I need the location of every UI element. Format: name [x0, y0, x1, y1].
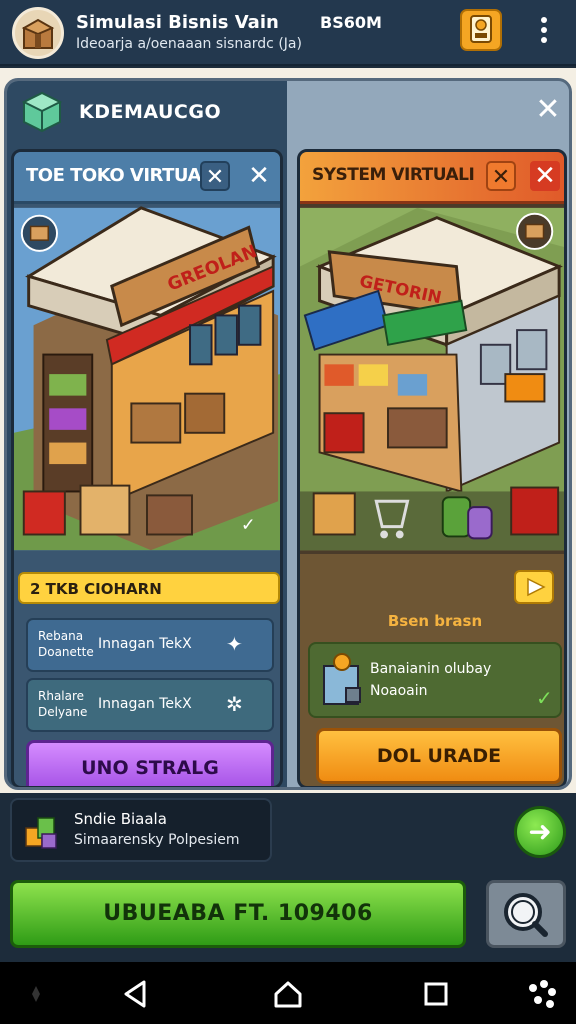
card-title: SYSTEM VIRTUALI — [312, 165, 475, 185]
option-row-1[interactable]: Rebana Doanette Innagan TekX ✦ — [26, 618, 274, 672]
virtual-store-card[interactable]: TOE TOKO VIRTUAL ✕ ✕ GREOLAN ✓ 2 TKB CIO… — [11, 149, 283, 787]
top-bar: Simulasi Bisnis Vain BS60M Ideoarja a/oe… — [0, 0, 576, 66]
collapse-button[interactable]: ✕ — [486, 161, 516, 191]
check-icon: ✓ — [536, 686, 553, 710]
home-icon[interactable] — [270, 976, 306, 1012]
store-count-banner: 2 TKB CIOHARN — [18, 572, 280, 604]
app-code: BS60M — [320, 13, 382, 32]
select-store-button[interactable]: UNO STRALG — [26, 740, 274, 786]
notification-card[interactable]: Sndie Biaala Simaarensky Polpesiem — [10, 798, 272, 862]
back-icon[interactable] — [118, 976, 154, 1012]
option-text: Innagan TekX — [98, 696, 192, 712]
star-icon: ✲ — [226, 692, 243, 716]
collapse-button[interactable]: ✕ — [200, 161, 230, 191]
card-header: SYSTEM VIRTUALI ✕ ✕ — [300, 152, 564, 204]
search-icon — [504, 893, 548, 937]
store-box-icon[interactable] — [12, 7, 64, 59]
panel-close-button[interactable]: ✕ — [533, 95, 563, 125]
panel-title: KDEMAUCGO — [79, 101, 222, 123]
info-row[interactable]: Banaianin olubay Noaoain ✓ — [308, 642, 562, 718]
box-icon-top-right — [516, 212, 554, 250]
upgrade-button[interactable]: DOL URADE — [316, 728, 562, 784]
store-selection-panel: KDEMAUCGO ✕ TOE TOKO VIRTUAL ✕ ✕ GREOLAN — [4, 78, 572, 790]
play-icon — [527, 577, 546, 597]
card-title: TOE TOKO VIRTUAL — [26, 165, 212, 186]
close-card-button[interactable]: ✕ — [530, 161, 560, 191]
option-row-2[interactable]: Rhalare Delyane Innagan TekX ✲ — [26, 678, 274, 732]
main-panel: KDEMAUCGO ✕ TOE TOKO VIRTUAL ✕ ✕ GREOLAN — [0, 68, 576, 793]
app-subtitle: Ideoarja a/oenaaan sisnardc (Ja) — [76, 36, 302, 52]
box-icon-top-left — [20, 214, 59, 252]
system-nav-bar — [0, 962, 576, 1024]
boxes-icon — [25, 817, 57, 849]
sparkle-icon: ✦ — [226, 632, 243, 656]
apps-grid-icon[interactable] — [524, 976, 560, 1012]
play-button[interactable] — [514, 570, 554, 604]
banner-text: 2 TKB CIOHARN — [30, 580, 162, 598]
badge-icon — [470, 15, 492, 43]
right-subtitle: Bsen brasn — [387, 612, 483, 630]
profile-button[interactable] — [460, 9, 502, 51]
search-button[interactable] — [486, 880, 566, 948]
cube-icon — [21, 91, 63, 133]
arrow-right-icon: ➜ — [528, 815, 552, 848]
virtual-system-card[interactable]: SYSTEM VIRTUALI ✕ ✕ GETORIN Bsen brasn B… — [297, 149, 567, 787]
recents-icon[interactable] — [418, 976, 454, 1012]
svg-text:✓: ✓ — [241, 516, 256, 536]
close-card-button[interactable]: ✕ — [244, 161, 274, 191]
option-text: Innagan TekX — [98, 636, 192, 652]
next-button[interactable]: ➜ — [514, 806, 566, 858]
shop-counter-icon — [323, 653, 361, 705]
main-action-button[interactable]: UBUEABA FT. 109406 — [10, 880, 466, 948]
option-label: Rhalare Delyane — [38, 689, 88, 719]
store-illustration: GREOLAN ✓ — [14, 206, 280, 551]
option-label: Rebana Doanette — [38, 629, 94, 659]
card-header: TOE TOKO VIRTUAL ✕ ✕ — [14, 152, 280, 204]
store-illustration: GETORIN — [300, 207, 564, 551]
assistant-icon[interactable] — [18, 976, 54, 1012]
notification-subtitle: Simaarensky Polpesiem — [74, 832, 240, 848]
notification-title: Sndie Biaala — [74, 810, 167, 828]
kebab-menu-icon[interactable] — [530, 14, 558, 48]
app-title: Simulasi Bisnis Vain — [76, 12, 279, 33]
info-text: Banaianin olubay Noaoain — [370, 661, 492, 699]
